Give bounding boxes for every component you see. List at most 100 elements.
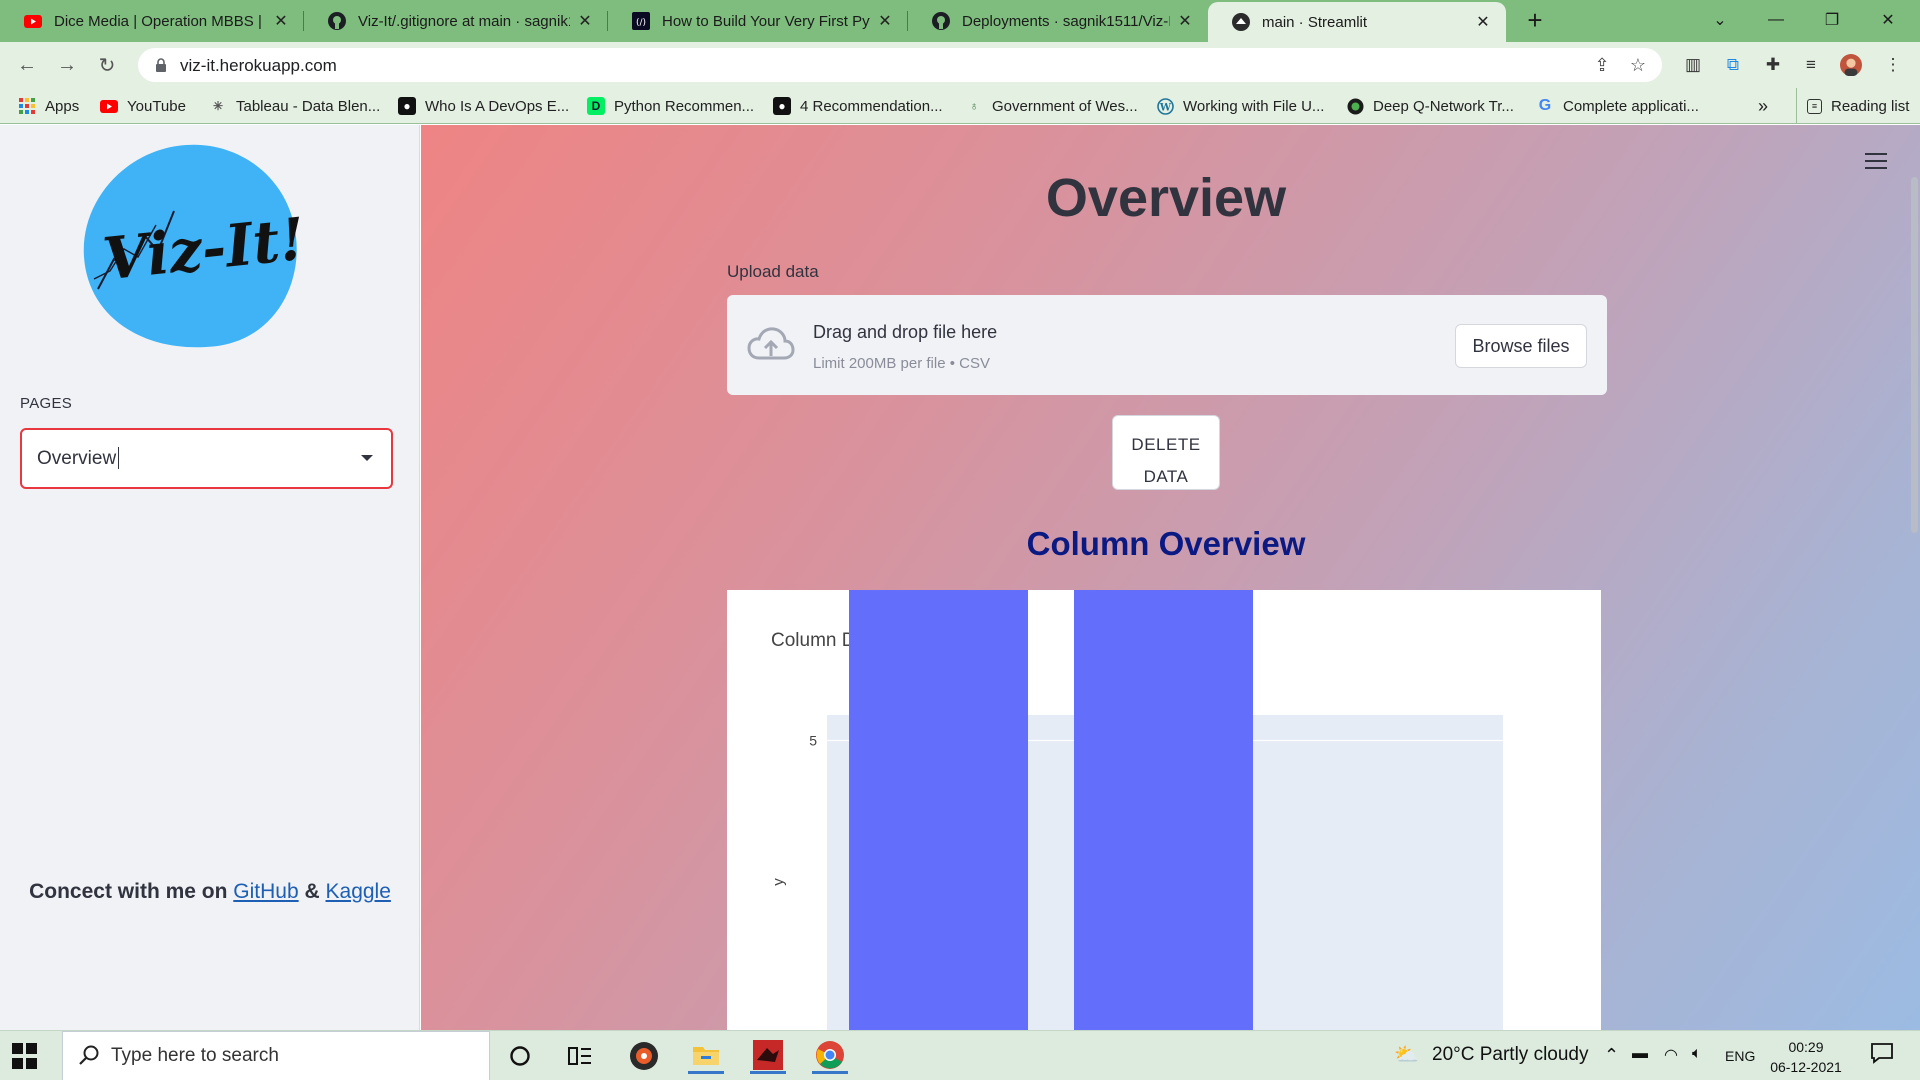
- search-placeholder: Type here to search: [111, 1045, 279, 1066]
- browser-tab-5-active[interactable]: main · Streamlit ✕: [1208, 2, 1506, 42]
- notification-icon[interactable]: [1870, 1041, 1894, 1070]
- battery-icon[interactable]: ▬: [1632, 1045, 1648, 1063]
- upload-label: Upload data: [727, 262, 819, 281]
- bookmark-tableau[interactable]: ✳ Tableau - Data Blen...: [209, 88, 380, 124]
- bookmark-deepq[interactable]: Deep Q-Network Tr...: [1346, 88, 1514, 124]
- forward-icon[interactable]: →: [52, 50, 82, 80]
- page-selectbox[interactable]: Overview: [20, 428, 393, 489]
- system-clock[interactable]: 00:29 06-12-2021: [1752, 1037, 1860, 1077]
- chart-card: Column Data Type Distribution 5101520y: [727, 590, 1601, 1030]
- bookmark-apps[interactable]: Apps: [18, 88, 79, 124]
- profile-avatar[interactable]: [1840, 54, 1862, 76]
- weather-text[interactable]: 20°C Partly cloudy: [1432, 1044, 1589, 1066]
- bookmark-recommendation[interactable]: ● 4 Recommendation...: [773, 88, 943, 124]
- volume-icon[interactable]: 🔈︎: [1692, 1045, 1702, 1063]
- bookmark-label: Who Is A DevOps E...: [425, 97, 570, 115]
- browser-tab-3[interactable]: (/) How to Build Your Very First Pyth ✕: [608, 0, 908, 42]
- bookmark-star-icon[interactable]: ☆: [1628, 55, 1648, 75]
- share-icon[interactable]: ⇪: [1592, 55, 1612, 75]
- bookmark-wordpress[interactable]: W Working with File U...: [1156, 88, 1324, 124]
- browser-menu-icon[interactable]: ⋮: [1882, 54, 1904, 76]
- bookmark-government[interactable]: ♁ Government of Wes...: [965, 88, 1138, 124]
- file-dropzone[interactable]: Drag and drop file here Limit 200MB per …: [727, 295, 1607, 395]
- browse-files-button[interactable]: Browse files: [1455, 324, 1587, 368]
- streamlit-icon: [1232, 13, 1250, 31]
- close-tab-icon[interactable]: ✕: [1176, 11, 1194, 31]
- y-tick-label: 5: [809, 733, 817, 749]
- connect-text: Concect with me on GitHub & Kaggle: [0, 880, 420, 904]
- language-indicator[interactable]: ENG: [1725, 1048, 1755, 1064]
- bookmark-google[interactable]: G Complete applicati...: [1536, 88, 1699, 124]
- browser-tab-4[interactable]: Deployments · sagnik1511/Viz-It ✕: [908, 0, 1208, 42]
- close-tab-icon[interactable]: ✕: [576, 11, 594, 31]
- github-link[interactable]: GitHub: [233, 880, 298, 903]
- kaggle-link[interactable]: Kaggle: [326, 880, 391, 903]
- reading-list[interactable]: ≡ Reading list: [1796, 88, 1909, 124]
- reload-icon[interactable]: ↻: [92, 50, 122, 80]
- svg-text:(/): (/): [636, 18, 646, 28]
- weather-icon[interactable]: ⛅: [1394, 1042, 1419, 1067]
- media-queue-icon[interactable]: ≡: [1800, 54, 1822, 76]
- taskbar-search-box[interactable]: Type here to search: [62, 1031, 490, 1080]
- extension-chart-icon[interactable]: ▥: [1682, 54, 1704, 76]
- windows-start-icon[interactable]: [12, 1043, 38, 1069]
- tab-title: Deployments · sagnik1511/Viz-It: [962, 12, 1170, 30]
- browser-tab-1[interactable]: Dice Media | Operation MBBS | W ✕: [0, 0, 304, 42]
- extension-translate-icon[interactable]: ⧉: [1722, 54, 1744, 76]
- bookmark-python-rec[interactable]: D Python Recommen...: [587, 88, 754, 124]
- minimize-icon[interactable]: —: [1748, 0, 1804, 40]
- page-title: Overview: [1045, 168, 1287, 228]
- extensions-puzzle-icon[interactable]: ✚: [1762, 54, 1784, 76]
- bookmark-label: YouTube: [127, 97, 186, 115]
- github-icon: [932, 12, 950, 30]
- svg-text:W: W: [1158, 102, 1171, 113]
- tab-search-chevron-icon[interactable]: ⌄: [1692, 0, 1748, 40]
- back-icon[interactable]: ←: [12, 50, 42, 80]
- address-bar[interactable]: viz-it.herokuapp.com ⇪ ☆: [138, 48, 1662, 82]
- browser-tab-2[interactable]: Viz-It/.gitignore at main · sagnik1 ✕: [304, 0, 608, 42]
- close-tab-icon[interactable]: ✕: [1474, 12, 1492, 32]
- restore-icon[interactable]: ❐: [1804, 0, 1860, 40]
- bookmark-label: Working with File U...: [1183, 97, 1325, 115]
- viz-it-logo: Viz-It!: [83, 144, 302, 348]
- connect-amp: &: [304, 880, 320, 903]
- bar: [849, 590, 1028, 1030]
- dropdown-arrow-icon[interactable]: [361, 455, 373, 461]
- clock-date: 06-12-2021: [1770, 1059, 1842, 1075]
- tableau-icon: ✳: [212, 99, 224, 113]
- medium-icon: ●: [773, 97, 791, 115]
- close-window-icon[interactable]: ✕: [1860, 0, 1916, 40]
- scrollbar-thumb[interactable]: [1911, 177, 1918, 533]
- selected-page-value: Overview: [37, 448, 117, 469]
- bookmarks-overflow-icon[interactable]: »: [1758, 88, 1768, 124]
- file-explorer-icon[interactable]: [688, 1038, 724, 1074]
- delete-data-button[interactable]: DELETE DATA: [1112, 415, 1220, 490]
- wifi-icon[interactable]: ◠: [1664, 1045, 1678, 1065]
- media-player-icon[interactable]: [626, 1038, 662, 1074]
- reading-list-label: Reading list: [1831, 97, 1910, 115]
- search-icon: [79, 1045, 99, 1065]
- new-tab-button[interactable]: +: [1520, 6, 1550, 36]
- bookmark-devops[interactable]: ● Who Is A DevOps E...: [398, 88, 569, 124]
- tab-title: main · Streamlit: [1262, 13, 1368, 31]
- text-caret: [118, 447, 119, 469]
- column-overview-heading: Column Overview: [1026, 525, 1306, 562]
- connect-prefix: Concect with me on: [29, 880, 228, 903]
- tab-title: Dice Media | Operation MBBS | W: [54, 12, 266, 30]
- tray-chevron-icon[interactable]: ⌃: [1604, 1045, 1619, 1066]
- app-icon-red[interactable]: [750, 1038, 786, 1074]
- chrome-icon[interactable]: [812, 1038, 848, 1074]
- medium-icon: ●: [398, 97, 416, 115]
- close-tab-icon[interactable]: ✕: [272, 11, 290, 31]
- bookmark-youtube[interactable]: YouTube: [100, 88, 186, 124]
- bookmark-label: Government of Wes...: [992, 97, 1138, 115]
- tab-title: How to Build Your Very First Pyth: [662, 12, 870, 30]
- cortana-icon[interactable]: [502, 1038, 538, 1074]
- bar-chart: 5101520y: [770, 590, 1503, 1030]
- delete-label-line2: DATA: [1143, 467, 1189, 486]
- youtube-icon: [24, 12, 42, 30]
- main-content: Overview Upload data Drag and drop file …: [421, 125, 1920, 1030]
- close-tab-icon[interactable]: ✕: [876, 11, 894, 31]
- task-view-icon[interactable]: [562, 1038, 598, 1074]
- bookmark-label: Python Recommen...: [614, 97, 755, 115]
